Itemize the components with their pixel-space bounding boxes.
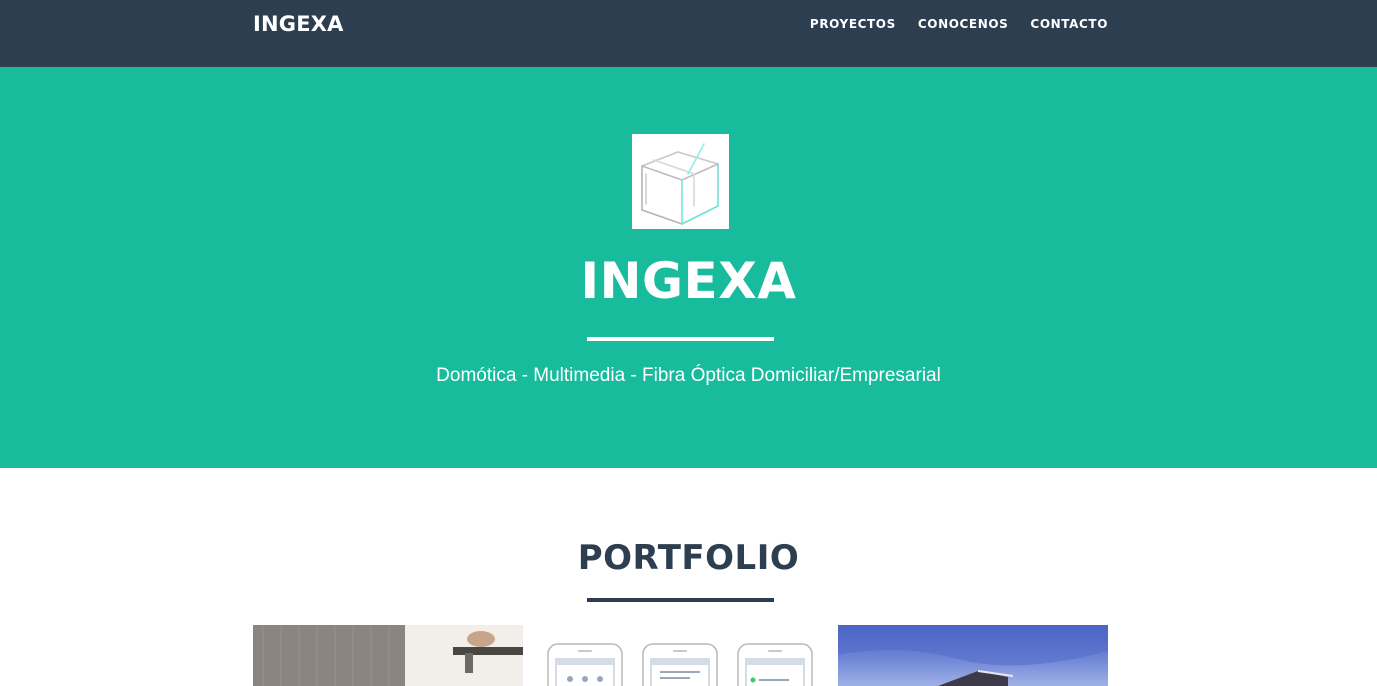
- hero-title: INGEXA: [580, 252, 797, 310]
- nav-links: PROYECTOS CONOCENOS CONTACTO: [810, 16, 1108, 32]
- building-photo-icon: [838, 625, 1108, 686]
- nav-link-contacto[interactable]: CONTACTO: [1030, 16, 1108, 32]
- portfolio-item-interior[interactable]: [253, 625, 523, 686]
- portfolio-item-app[interactable]: [545, 625, 815, 686]
- interior-photo-icon: [253, 625, 523, 686]
- phone-app-screens-icon: [547, 643, 813, 686]
- nav-link-proyectos[interactable]: PROYECTOS: [810, 16, 896, 32]
- portfolio-divider: [587, 598, 774, 602]
- hero-divider: [587, 337, 774, 341]
- navbar: INGEXA PROYECTOS CONOCENOS CONTACTO: [0, 0, 1377, 67]
- portfolio-title: PORTFOLIO: [577, 538, 800, 578]
- hero-subtitle: Domótica - Multimedia - Fibra Óptica Dom…: [436, 365, 941, 386]
- portfolio-item-building[interactable]: [838, 625, 1108, 686]
- masthead: INGEXA Domótica - Multimedia - Fibra Ópt…: [0, 67, 1377, 468]
- cube-logo-icon: [632, 134, 729, 229]
- nav-link-conocenos[interactable]: CONOCENOS: [918, 16, 1009, 32]
- brand-link[interactable]: INGEXA: [253, 12, 344, 36]
